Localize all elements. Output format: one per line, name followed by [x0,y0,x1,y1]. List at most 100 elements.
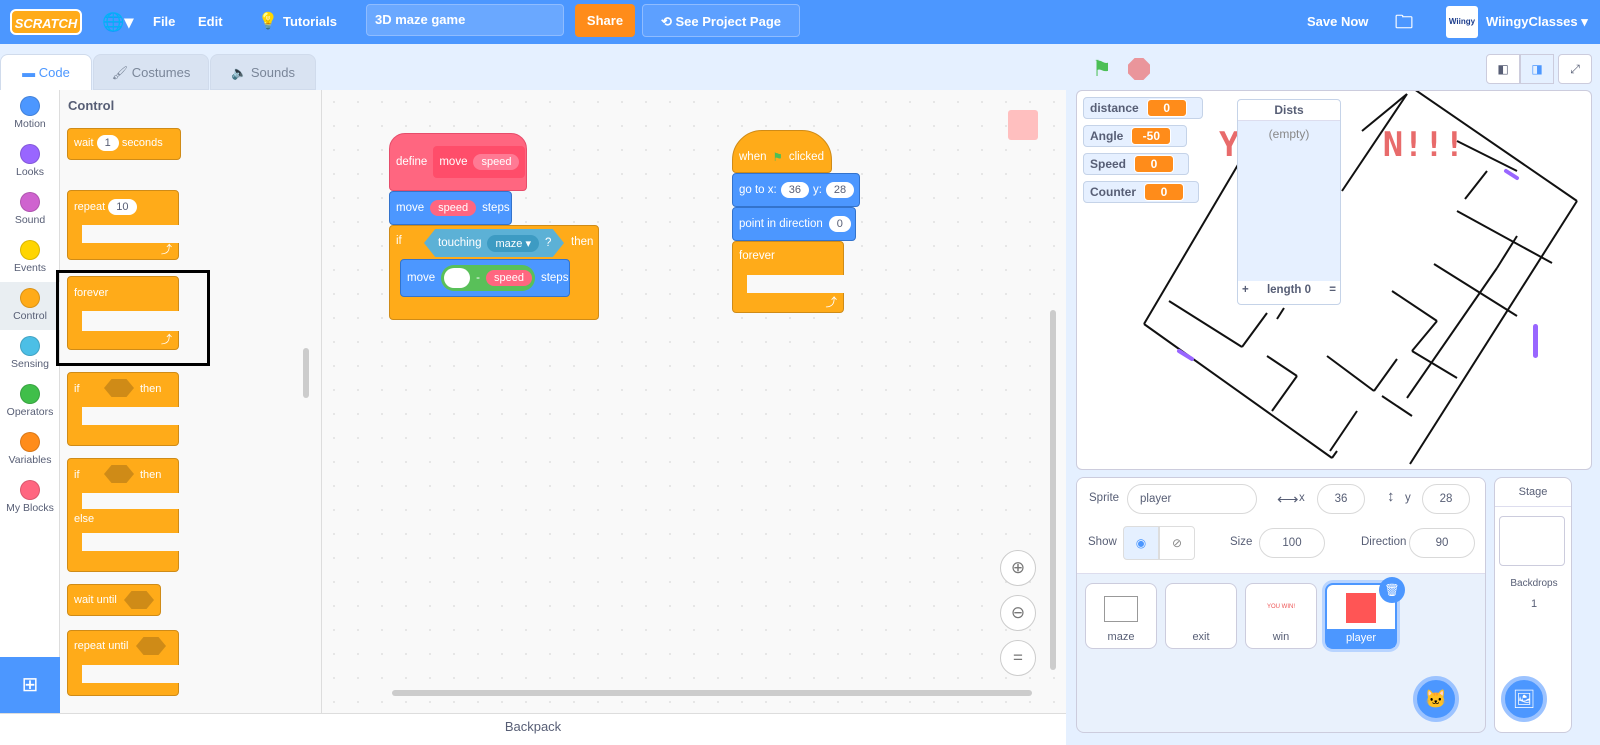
clicked-label: clicked [788,150,824,163]
if-then-block[interactable]: if touching maze ▾? then move - speed steps [389,225,599,320]
wait-until-block[interactable]: wait until [67,584,161,616]
fullscreen-button[interactable]: ⤢ [1558,54,1592,84]
direction-input[interactable]: 0 [828,216,851,232]
stage-canvas[interactable]: Y N!!! distance 0 Angle -50 Speed 0 Counter 0 D… [1076,90,1592,470]
tab-costumes[interactable]: 🖌 Costumes [93,54,209,90]
category-events[interactable]: Events [0,234,60,282]
backdrops-count: 1 [1530,598,1538,610]
stage-selector[interactable]: Stage Backdrops 1 🖼 [1494,477,1572,733]
wait-block[interactable]: wait 1 seconds [67,128,181,160]
stop-button[interactable] [1128,58,1150,80]
empty-input[interactable] [444,268,471,288]
repeat-block[interactable]: repeat 10 ⤴ [67,190,180,260]
category-motion[interactable]: Motion [0,90,60,138]
if-then-block[interactable]: if then [67,372,180,446]
category-variables[interactable]: Variables [0,426,60,474]
maze-thumbnail [1104,596,1138,622]
wait-input[interactable]: 1 [96,135,119,151]
vertical-scrollbar[interactable] [1050,310,1056,670]
y-input[interactable]: 28 [1422,484,1470,514]
backdrop-thumbnail[interactable] [1499,516,1565,566]
see-project-page-button[interactable]: ⟲ See Project Page [642,4,800,37]
repeat-label: repeat [74,201,106,213]
save-now-button[interactable]: Save Now [1307,0,1368,44]
see-project-page-label: See Project Page [675,14,782,29]
hide-button[interactable]: ⊘ [1159,526,1195,560]
edit-menu[interactable]: Edit [198,0,223,44]
direction-label: Direction [1361,536,1407,548]
y-input[interactable]: 28 [825,182,855,198]
maze-wall [1433,263,1518,317]
zoom-in-button[interactable]: ⊕ [1000,550,1036,586]
add-extension-button[interactable]: ⊞ [0,657,60,713]
go-to-xy-block[interactable]: go to x: 36 y: 28 [732,173,860,207]
file-menu[interactable]: File [153,0,175,44]
category-operators[interactable]: Operators [0,378,60,426]
project-title-input[interactable]: 3D maze game [366,4,564,36]
move-steps-block[interactable]: move - speed steps [400,259,570,297]
green-flag-button[interactable]: ⚑ [1092,56,1112,82]
backpack[interactable]: Backpack [0,713,1066,745]
when-flag-clicked-block[interactable]: when ⚑ clicked [732,130,832,173]
maze-wall [1241,312,1268,348]
large-stage-button[interactable]: ◨ [1520,54,1554,84]
category-sensing[interactable]: Sensing [0,330,60,378]
small-stage-button[interactable]: ◧ [1486,54,1520,84]
palette-scrollbar[interactable] [303,348,309,398]
code-workspace[interactable]: define move speed move speed steps if touchi… [322,90,1066,713]
subtract-block[interactable]: - speed [441,265,535,291]
sprite-tile-maze[interactable]: maze [1085,583,1157,649]
category-sound[interactable]: Sound [0,186,60,234]
delete-sprite-button[interactable]: 🗑 [1379,577,1405,603]
zoom-out-button[interactable]: ⊖ [1000,595,1036,631]
size-input[interactable]: 100 [1259,528,1325,558]
show-visible-button[interactable]: ◉ [1123,526,1159,560]
tab-code[interactable]: ▬ Code [0,54,92,91]
speed-param[interactable]: speed [473,154,520,170]
define-block[interactable]: define move speed [389,133,527,191]
speed-reporter[interactable]: speed [430,200,477,216]
if-else-block[interactable]: if then else [67,458,180,572]
list-empty-label: (empty) [1238,121,1340,281]
share-button[interactable]: Share [575,4,635,37]
scratch-logo[interactable]: SCRATCH [10,9,82,35]
tab-sounds[interactable]: 🔈 Sounds [210,54,316,90]
tutorials-menu[interactable]: Tutorials [283,0,337,44]
touching-block[interactable]: touching maze ▾? [424,229,564,257]
maze-door [1504,169,1519,180]
y-label: y [1405,492,1411,504]
username-menu[interactable]: WiingyClasses ▾ [1486,0,1588,44]
variable-monitor: Counter 0 [1083,181,1199,203]
move-steps-block[interactable]: move speed steps [389,191,512,225]
globe-icon[interactable]: 🌐▾ [102,0,133,44]
forever-block[interactable]: forever ⤴ [67,276,180,350]
list-resize-handle[interactable]: = [1329,284,1336,296]
list-add-button[interactable]: + [1242,284,1249,296]
category-dot-icon [20,432,40,452]
sprite-tile-exit[interactable]: exit [1165,583,1237,649]
choose-backdrop-button[interactable]: 🖼 [1501,676,1547,722]
category-dot-icon [20,96,40,116]
reset-zoom-button[interactable]: = [1000,640,1036,676]
speed-reporter[interactable]: speed [485,270,532,286]
category-looks[interactable]: Looks [0,138,60,186]
sprite-tile-player[interactable]: player 🗑 [1325,577,1405,649]
direction-input[interactable]: 90 [1409,528,1475,558]
repeat-until-block[interactable]: repeat until [67,630,180,696]
sprite-tile-win[interactable]: YOU WIN! win [1245,583,1317,649]
category-my-blocks[interactable]: My Blocks [0,474,60,522]
horizontal-scrollbar[interactable] [392,690,1032,696]
point-in-direction-block[interactable]: point in direction 0 [732,207,856,241]
forever-block[interactable]: forever ⤴ [732,241,845,313]
category-control[interactable]: Control [0,282,60,330]
sprite-name-input[interactable]: player [1127,484,1257,514]
category-label: Events [13,262,47,274]
avatar[interactable]: Wiingy [1446,6,1478,38]
repeat-input[interactable]: 10 [108,199,137,215]
tab-costumes-label: Costumes [131,65,191,80]
x-input[interactable]: 36 [1317,484,1365,514]
touching-dropdown[interactable]: maze ▾ [487,234,539,252]
folder-icon[interactable]: 🗀 [1395,0,1413,44]
x-input[interactable]: 36 [780,182,809,198]
choose-sprite-button[interactable]: 🐱 [1413,676,1459,722]
